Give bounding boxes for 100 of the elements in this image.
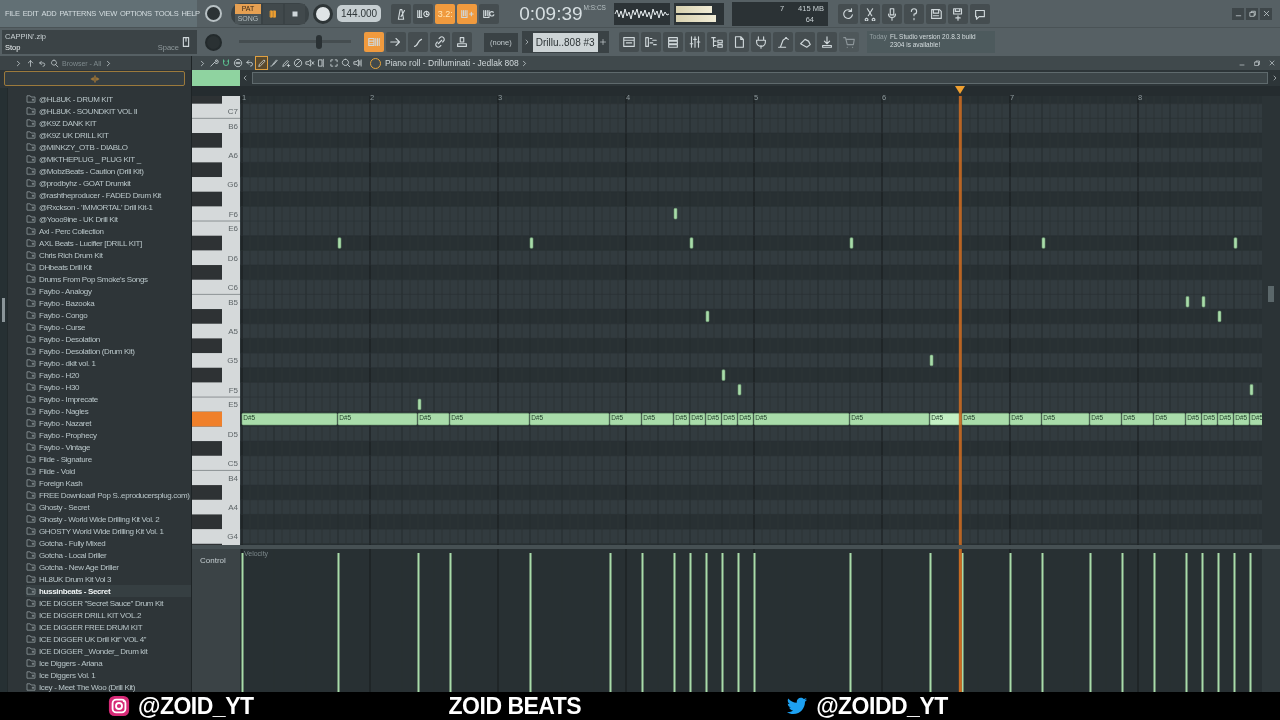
velocity-bar[interactable] [737,553,740,692]
pencil-curve-button[interactable] [408,32,428,52]
document-button[interactable] [728,32,749,52]
browser-item[interactable]: Faybo - dkit vol. 1 [26,357,191,369]
arrow-right-button[interactable] [386,32,406,52]
velocity-bar[interactable] [753,553,756,692]
wrench-tool[interactable] [208,57,219,69]
velocity-bar[interactable] [1009,553,1012,692]
velocity-bar[interactable] [1217,553,1220,692]
cart-button[interactable] [838,32,859,52]
velocity-bar[interactable] [1185,553,1188,692]
browser-item[interactable]: Faybo - Desolation (Drum Kit) [26,345,191,357]
browser-item[interactable]: GHOSTY World Wide Drilling Kit Vol. 1 [26,525,191,537]
note[interactable] [673,208,678,220]
browser-item[interactable]: Gotcha - New Age Driller [26,561,191,573]
restore-button[interactable] [1251,57,1263,69]
browser-item[interactable]: @Yooo9ine - UK Drill Kit [26,213,191,225]
magnet-tool[interactable] [220,57,231,69]
record-button[interactable] [313,3,333,24]
scroll-bar[interactable] [0,88,7,692]
save-button[interactable] [925,3,946,24]
note[interactable] [1233,237,1238,249]
velocity-bar[interactable] [961,553,964,692]
note[interactable] [1249,384,1254,396]
browser-item[interactable]: @Rxckson - 'IMMORTAL' Drill Kit-1 [26,201,191,213]
pencil-plus-tool[interactable] [280,57,291,69]
browser-item[interactable]: Faybo - H30 [26,381,191,393]
browser-item[interactable]: @K9Z UK DRILL KIT [26,129,191,141]
browser-item[interactable]: Ghosty - World Wide Drilling Kit Vol. 2 [26,513,191,525]
scissors-button[interactable] [859,3,880,24]
close-button[interactable] [1260,7,1272,20]
stop-button[interactable] [285,3,305,24]
scroll-bar[interactable] [1262,96,1280,545]
browser-item[interactable]: @K9Z DANK KIT [26,117,191,129]
restore-button[interactable] [1246,7,1258,20]
snap-tool[interactable] [232,57,243,69]
velocity-bar[interactable] [705,553,708,692]
speech-bubble-button[interactable] [969,3,990,24]
velocity-bar[interactable] [449,553,452,692]
browser-item[interactable]: @MKTHEPLUG _ PLUG KIT _ [26,153,191,165]
velocity-bar[interactable] [417,553,420,692]
minimize-button[interactable] [1232,7,1244,20]
keys-plus-button[interactable] [457,3,478,24]
velocity-bar[interactable] [1233,553,1236,692]
browser-item[interactable]: Ice Diggers - Ariana [26,657,191,669]
piano-roll-button[interactable] [640,32,661,52]
velocity-bar[interactable] [673,553,676,692]
lamp-button[interactable] [772,32,793,52]
note[interactable] [1185,296,1190,308]
velocity-bar[interactable] [609,553,612,692]
note[interactable] [337,237,342,249]
note[interactable] [1217,310,1222,323]
note[interactable] [689,237,694,249]
browser-item[interactable]: @rashtheproducer - FADED Drum Kit [26,189,191,201]
delete-tool[interactable] [292,57,303,69]
pitch-knob[interactable] [205,33,222,51]
browser-item[interactable]: Faybo - Prophecy [26,429,191,441]
velocity-bar[interactable] [641,553,644,692]
browser-item[interactable]: @MINKZY_OTB - DIABLO [26,141,191,153]
select-tool[interactable] [328,57,339,69]
download-button[interactable] [816,32,837,52]
mixer-button[interactable] [684,32,705,52]
browser-item[interactable]: @prodbyhz - GOAT Drumkit [26,177,191,189]
help-button[interactable] [903,3,924,24]
browser-item[interactable]: Faybo - Desolation [26,333,191,345]
velocity-bar[interactable] [1201,553,1204,692]
browser-item[interactable]: Gotcha - Fully Mixed [26,537,191,549]
browser-item[interactable]: Faybo - H20 [26,369,191,381]
slider-thumb[interactable] [315,35,322,49]
pencil-tool[interactable] [256,57,267,69]
volume-knob[interactable] [205,5,222,22]
metronome-button[interactable] [391,3,412,24]
browser-item[interactable]: Ice Diggers Vol. 1 [26,669,191,681]
browser-item[interactable]: Faybo - Curse [26,321,191,333]
browser-item[interactable]: Gotcha - Local Driller [26,549,191,561]
browser-item[interactable]: FREE Download! Pop S..eproducersplug.com) [26,489,191,501]
link-button[interactable] [430,32,450,52]
browser-item[interactable]: Fiide - Signature [26,453,191,465]
note[interactable] [1201,296,1206,308]
playlist-button[interactable] [618,32,639,52]
keys-loop-button[interactable] [479,3,500,24]
browser-item[interactable]: ICE DIGGER _Wonder_ Drum kit [26,645,191,657]
browser-item[interactable]: Chris Rich Drum Kit [26,249,191,261]
browser-item[interactable]: @MobzBeats - Caution (Drill Kit) [26,165,191,177]
browser-item[interactable]: Faybo - Congo [26,309,191,321]
browser-search-bar[interactable] [4,71,185,86]
note[interactable] [529,237,534,249]
overview-scrollbar[interactable] [252,72,1268,84]
brush-tool[interactable] [268,57,279,69]
stamp-button[interactable] [452,32,472,52]
note[interactable] [929,354,934,367]
keys-clock-button[interactable] [413,3,434,24]
browser-item[interactable]: @HL8UK - DRUM KIT [26,93,191,105]
zoom-tool[interactable] [340,57,351,69]
browser-item[interactable]: Faybo - Nazaret [26,417,191,429]
browser-item[interactable]: ICE DIGGER DRILL KIT VOL.2 [26,609,191,621]
slice-tool[interactable] [316,57,327,69]
velocity-bar[interactable] [689,553,692,692]
browser-item[interactable]: @HL8UK - SOUNDKIT VOL II [26,105,191,117]
browser-item[interactable]: Drums From Pop Smoke's Songs [26,273,191,285]
